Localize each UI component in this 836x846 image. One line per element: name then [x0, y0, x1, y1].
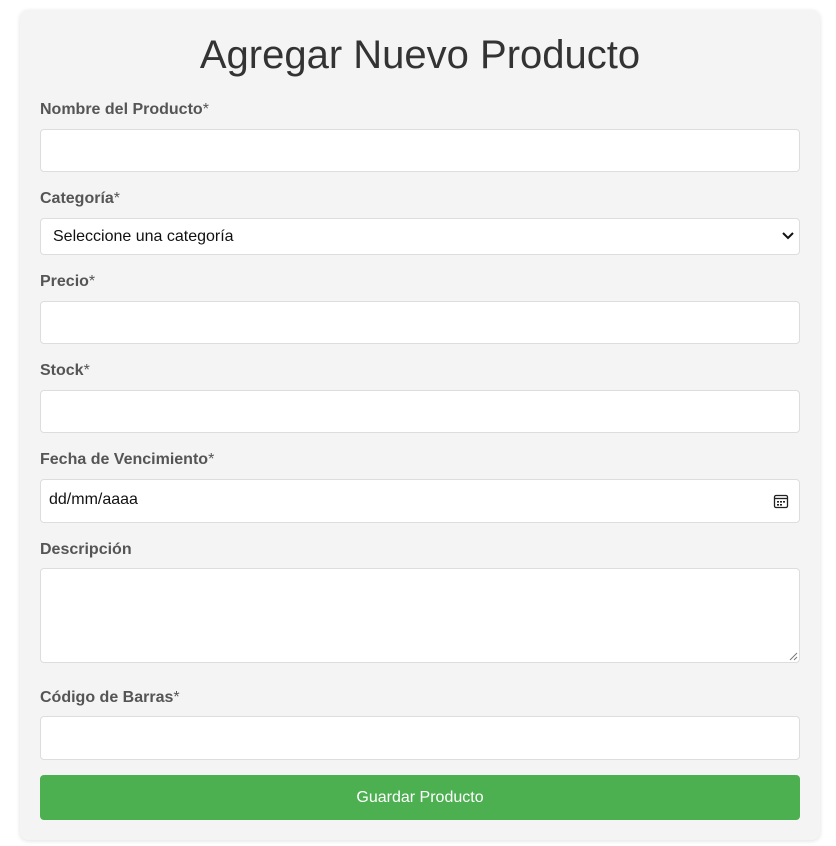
required-marker: * [173, 689, 180, 706]
chevron-down-icon [782, 232, 794, 240]
barcode-label: Código de Barras* [40, 689, 180, 706]
calendar-icon[interactable] [773, 493, 789, 509]
product-name-label: Nombre del Producto* [40, 101, 209, 118]
product-form-card: Agregar Nuevo Producto Nombre del Produc… [20, 10, 820, 840]
category-label: Categoría* [40, 190, 121, 207]
page-title: Agregar Nuevo Producto [199, 33, 641, 77]
description-label: Descripción [40, 541, 132, 558]
required-marker: * [83, 362, 90, 379]
product-name-input[interactable] [40, 129, 800, 172]
category-selected-value: Seleccione una categoría [53, 228, 234, 245]
required-marker: * [208, 451, 215, 468]
barcode-input[interactable] [40, 716, 800, 760]
required-marker: * [202, 101, 209, 118]
category-select[interactable]: Seleccione una categoría [40, 218, 800, 255]
stock-label: Stock* [40, 362, 90, 379]
price-input[interactable] [40, 301, 800, 344]
expiry-date-input[interactable]: dd/mm/aaaa [40, 479, 800, 523]
expiry-date-label: Fecha de Vencimiento* [40, 451, 215, 468]
stock-input[interactable] [40, 390, 800, 433]
expiry-date-placeholder: dd/mm/aaaa [49, 491, 138, 508]
resize-grip-icon[interactable] [788, 651, 798, 661]
save-product-button[interactable]: Guardar Producto [40, 775, 800, 820]
price-label: Precio* [40, 273, 96, 290]
required-marker: * [88, 273, 96, 290]
description-textarea[interactable] [40, 568, 800, 663]
required-marker: * [113, 190, 121, 207]
